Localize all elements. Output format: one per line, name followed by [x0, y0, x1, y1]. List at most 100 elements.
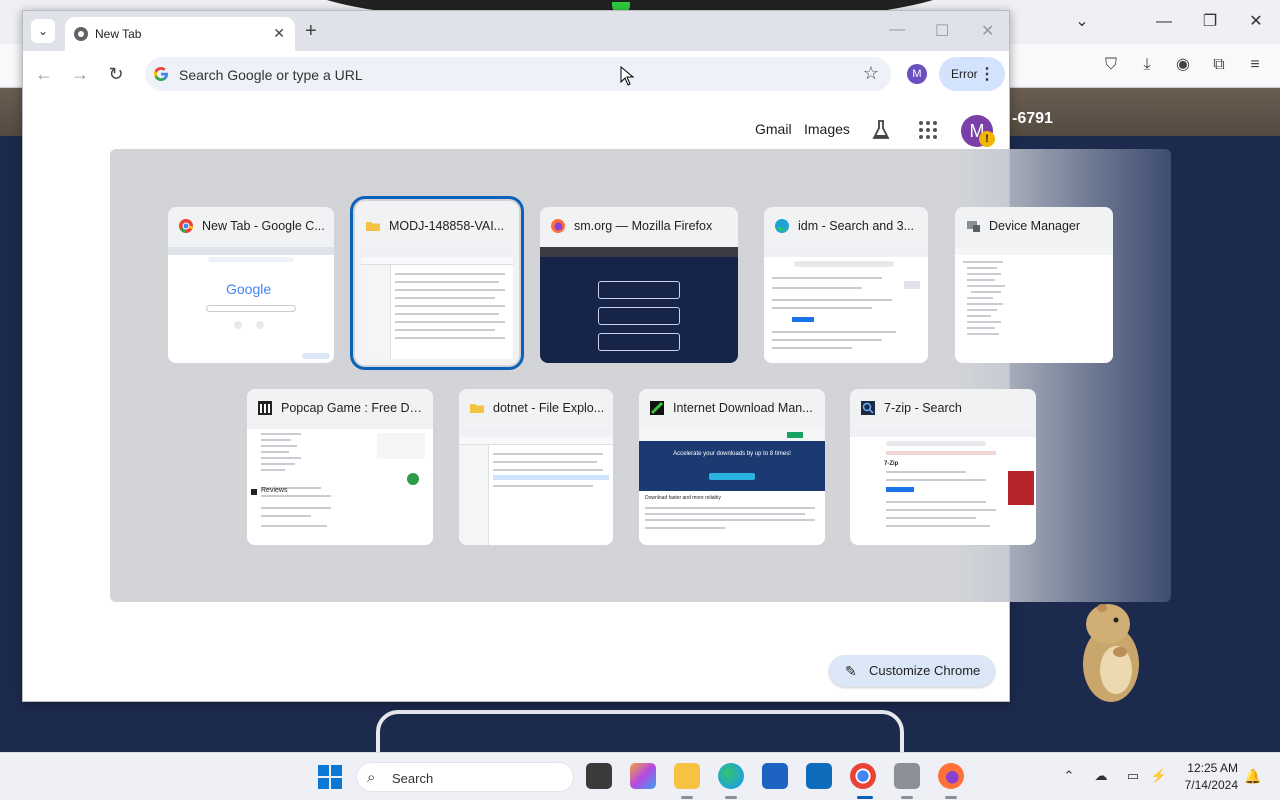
switcher-window-card[interactable]: dotnet - File Explo... — [459, 389, 613, 545]
copilot-icon[interactable] — [630, 763, 656, 789]
outlook-icon[interactable] — [806, 763, 832, 789]
images-link[interactable]: Images — [804, 121, 850, 137]
switcher-window-card[interactable]: Internet Download Man... Accelerate your… — [639, 389, 825, 545]
omnibox[interactable]: Search Google or type a URL ☆ — [145, 57, 891, 91]
switcher-window-card[interactable]: sm.org — Mozilla Firefox — [540, 207, 738, 363]
search-app-icon — [861, 401, 875, 415]
window-thumbnail: 7-Zip — [850, 429, 1036, 545]
tab-search-button[interactable]: ⌄ — [31, 19, 55, 43]
switcher-window-card[interactable]: Device Manager — [955, 207, 1113, 363]
start-windows-icon[interactable] — [318, 765, 342, 789]
taskbar-search-label: Search — [392, 771, 434, 786]
back-icon[interactable]: ← — [31, 61, 57, 87]
task-switcher: New Tab - Google C... Google MODJ-148858… — [110, 149, 1171, 602]
window-thumbnail — [540, 247, 738, 363]
close-icon[interactable]: ✕ — [273, 25, 285, 42]
chrome-icon — [179, 219, 193, 233]
device-manager-taskbar-icon[interactable] — [894, 763, 920, 789]
edge-icon — [775, 219, 789, 233]
tab-new-tab[interactable]: New Tab ✕ — [65, 17, 295, 51]
clock-date[interactable]: 7/14/2024 — [1180, 778, 1238, 792]
card-header: New Tab - Google C... — [168, 207, 334, 245]
error-label: Error — [951, 67, 978, 81]
window-thumbnail — [764, 247, 928, 363]
network-icon[interactable]: ⚡ — [1150, 767, 1168, 785]
file-explorer-icon[interactable] — [674, 763, 700, 789]
account-icon[interactable]: ◉ — [1172, 54, 1194, 76]
error-button[interactable]: Error ⋮ — [939, 57, 1005, 91]
window-thumbnail: Reviews — [247, 429, 433, 545]
card-header: Internet Download Man... — [639, 389, 825, 427]
firefox-menu-icon[interactable]: ≡ — [1244, 54, 1266, 76]
warning-badge-icon: ! — [979, 131, 995, 147]
pocket-icon[interactable]: ⛉ — [1100, 54, 1122, 76]
chrome-icon — [74, 27, 88, 41]
taskbar: ⌕ Search ⌃ ☁ ▭ ⚡ 12:25 AM 7/14/2024 🔔 — [0, 752, 1280, 800]
display-icon[interactable]: ▭ — [1124, 767, 1142, 785]
card-header: Popcap Game : Free Do... — [247, 389, 433, 427]
labs-flask-icon[interactable] — [871, 119, 891, 141]
gmail-link[interactable]: Gmail — [755, 121, 792, 137]
customize-chrome-button[interactable]: ✎ Customize Chrome — [829, 655, 995, 687]
switcher-window-card[interactable]: idm - Search and 3... — [764, 207, 928, 363]
tab-title: New Tab — [95, 27, 142, 41]
card-title: MODJ-148858-VAI... — [389, 219, 505, 233]
card-title: dotnet - File Explo... — [493, 401, 605, 415]
background-phone-number: -6791 — [1012, 110, 1053, 127]
card-title: 7-zip - Search — [884, 401, 962, 415]
firefox-restore-icon[interactable]: ❐ — [1200, 12, 1220, 32]
firefox-taskbar-icon[interactable] — [938, 763, 964, 789]
maximize-icon[interactable]: ☐ — [935, 21, 949, 41]
chrome-taskbar-icon[interactable] — [850, 763, 876, 789]
card-title: sm.org — Mozilla Firefox — [574, 219, 713, 233]
thumb-idm-headline: Accelerate your downloads by up to 8 tim… — [673, 451, 791, 457]
firefox-close-icon[interactable]: ✕ — [1246, 12, 1266, 32]
switcher-window-card[interactable]: 7-zip - Search 7-Zip — [850, 389, 1036, 545]
running-indicator — [945, 796, 957, 799]
google-apps-icon[interactable] — [919, 121, 937, 139]
card-title: Popcap Game : Free Do... — [281, 401, 425, 415]
switcher-window-card[interactable]: Popcap Game : Free Do... Reviews — [247, 389, 433, 545]
clock-time[interactable]: 12:25 AM — [1180, 761, 1238, 775]
chevron-up-icon[interactable]: ⌃ — [1060, 767, 1078, 785]
running-indicator — [681, 796, 693, 799]
kebab-menu-icon[interactable]: ⋮ — [979, 64, 995, 84]
hamster-mascot-image — [1083, 604, 1139, 702]
bookmark-star-icon[interactable]: ☆ — [863, 63, 879, 84]
microsoft-store-icon[interactable] — [762, 763, 788, 789]
card-header: idm - Search and 3... — [764, 207, 928, 245]
folder-icon — [366, 222, 380, 231]
window-close-icon[interactable]: ✕ — [981, 21, 994, 41]
edge-icon[interactable] — [718, 763, 744, 789]
window-thumbnail: Accelerate your downloads by up to 8 tim… — [639, 429, 825, 545]
extensions-icon[interactable]: ⧉ — [1208, 54, 1230, 76]
firefox-tab-list-icon[interactable]: ⌄ — [1072, 12, 1092, 32]
window-thumbnail — [955, 247, 1113, 363]
forward-icon[interactable]: → — [67, 61, 93, 87]
running-indicator — [725, 796, 737, 799]
notification-bell-icon[interactable]: 🔔 — [1244, 768, 1261, 785]
idm-icon — [650, 401, 664, 415]
firefox-minimize-icon[interactable]: — — [1154, 12, 1174, 32]
profile-button[interactable]: M — [907, 64, 927, 84]
card-title: Device Manager — [989, 219, 1081, 233]
device-manager-icon — [967, 221, 980, 232]
card-header: Device Manager — [955, 207, 1113, 245]
thumb-google-logo: Google — [226, 281, 272, 297]
switcher-window-card[interactable]: New Tab - Google C... Google — [168, 207, 334, 363]
archive-icon — [258, 401, 272, 415]
downloads-icon[interactable]: ⤓ — [1136, 54, 1158, 76]
thumb-idm-subhead: Download faster and more reliably — [645, 495, 721, 501]
new-tab-button[interactable]: + — [305, 21, 317, 41]
card-title: idm - Search and 3... — [798, 219, 915, 233]
window-thumbnail — [361, 247, 513, 359]
switcher-window-card-selected[interactable]: MODJ-148858-VAI... — [350, 196, 524, 370]
minimize-icon[interactable]: — — [889, 21, 905, 39]
task-view-icon[interactable] — [586, 763, 612, 789]
onedrive-warning-icon[interactable]: ☁ — [1092, 767, 1110, 785]
firefox-icon — [551, 219, 565, 233]
reload-icon[interactable]: ↻ — [103, 61, 129, 87]
chrome-tabstrip: ⌄ New Tab ✕ + — ☐ ✕ — [23, 11, 1009, 51]
window-thumbnail — [459, 429, 613, 545]
taskbar-search-box[interactable]: ⌕ Search — [356, 762, 574, 792]
